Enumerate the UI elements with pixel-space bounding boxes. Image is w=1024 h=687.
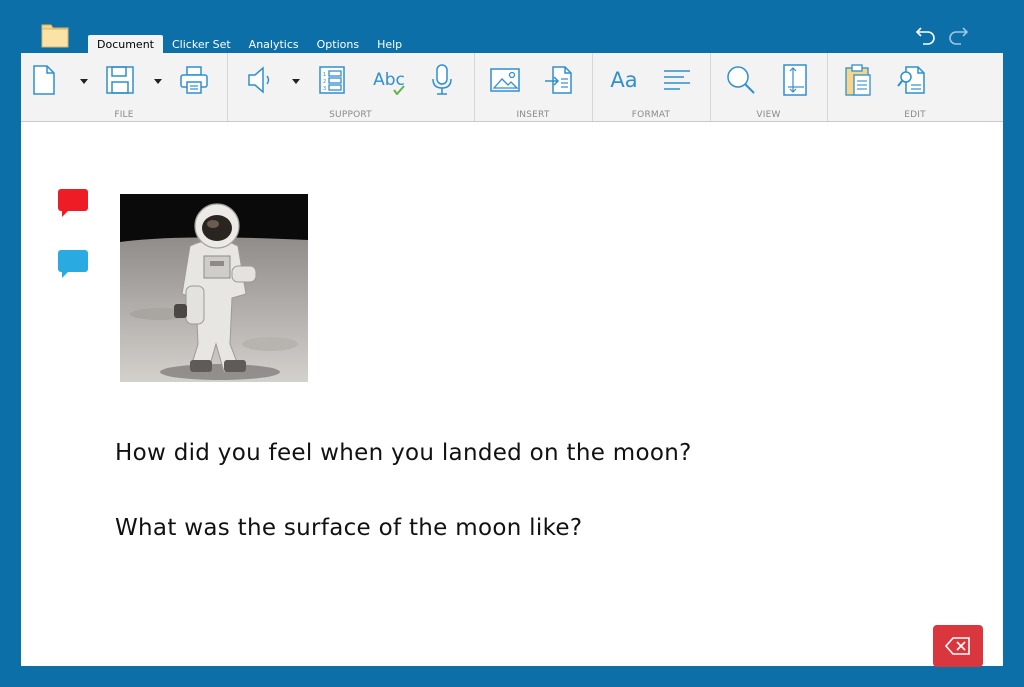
group-label-edit: EDIT [904, 110, 926, 120]
tab-clicker-set[interactable]: Clicker Set [163, 35, 240, 53]
blue-comment-bubble-icon[interactable] [57, 249, 89, 279]
checkmark-icon [393, 85, 405, 95]
group-label-view: VIEW [756, 110, 781, 120]
astronaut-on-moon-image[interactable] [120, 194, 308, 382]
align-left-icon [664, 70, 690, 90]
group-label-file: FILE [114, 110, 134, 120]
find-document-icon [897, 66, 925, 94]
svg-text:3: 3 [323, 86, 326, 92]
speech-dropdown-arrow-icon[interactable] [291, 77, 301, 85]
find-button[interactable] [895, 63, 929, 97]
image-icon [490, 68, 520, 92]
paste-button[interactable] [841, 63, 875, 97]
svg-text:2: 2 [323, 79, 326, 85]
ribbon-group-file: FILE [21, 53, 228, 121]
ribbon-group-insert: INSERT [474, 53, 593, 121]
tab-document[interactable]: Document [88, 35, 163, 53]
numbered-list-icon: 123 [319, 66, 345, 94]
speech-button[interactable] [243, 63, 277, 97]
ribbon-group-format: Aa FORMAT [592, 53, 711, 121]
page-size-button[interactable] [778, 63, 812, 97]
new-dropdown-arrow-icon[interactable] [79, 77, 89, 85]
group-label-support: SUPPORT [329, 110, 372, 120]
tab-help[interactable]: Help [368, 35, 411, 53]
menu-tabs: Document Clicker Set Analytics Options H… [88, 35, 411, 53]
document-text-line-1[interactable]: How did you feel when you landed on the … [115, 440, 692, 466]
tab-analytics[interactable]: Analytics [240, 35, 308, 53]
ribbon-group-support: 123 Abc SUPPORT [227, 53, 475, 121]
insert-file-icon [545, 66, 572, 94]
new-document-icon [33, 65, 55, 95]
font-button[interactable]: Aa [606, 63, 642, 97]
insert-file-button[interactable] [542, 63, 576, 97]
document-text-line-2[interactable]: What was the surface of the moon like? [115, 515, 582, 541]
save-dropdown-arrow-icon[interactable] [153, 77, 163, 85]
insert-picture-button[interactable] [488, 63, 522, 97]
print-button[interactable] [177, 63, 211, 97]
zoom-button[interactable] [724, 63, 758, 97]
microphone-button[interactable] [425, 63, 459, 97]
word-list-button[interactable]: 123 [315, 63, 349, 97]
group-label-format: FORMAT [631, 110, 671, 120]
page-size-icon [783, 64, 807, 96]
group-label-insert: INSERT [516, 110, 550, 120]
redo-icon[interactable] [946, 24, 970, 46]
title-bar: Document Clicker Set Analytics Options H… [0, 0, 1024, 53]
speaker-icon [248, 66, 270, 94]
undo-icon[interactable] [914, 24, 938, 46]
document-page[interactable]: How did you feel when you landed on the … [21, 122, 1003, 667]
spell-check-button[interactable]: Abc [369, 63, 409, 97]
ribbon-toolbar: FILE 123 Abc SUPPORT INSERT Aa FORMAT VI… [21, 53, 1003, 122]
microphone-icon [432, 64, 452, 95]
magnifier-icon [727, 66, 755, 94]
ribbon-group-edit: EDIT [827, 53, 1003, 121]
printer-icon [180, 66, 208, 94]
delete-backspace-button[interactable] [933, 625, 983, 667]
svg-text:1: 1 [323, 72, 326, 78]
backspace-icon [945, 637, 970, 655]
paragraph-align-button[interactable] [660, 63, 694, 97]
folder-icon[interactable] [41, 22, 69, 48]
new-document-button[interactable] [27, 63, 61, 97]
ribbon-group-view: VIEW [710, 53, 828, 121]
clipboard-icon [845, 64, 871, 96]
tab-options[interactable]: Options [308, 35, 368, 53]
save-icon [106, 66, 134, 94]
font-label: Aa [610, 68, 638, 92]
save-button[interactable] [103, 63, 137, 97]
red-comment-bubble-icon[interactable] [57, 188, 89, 218]
